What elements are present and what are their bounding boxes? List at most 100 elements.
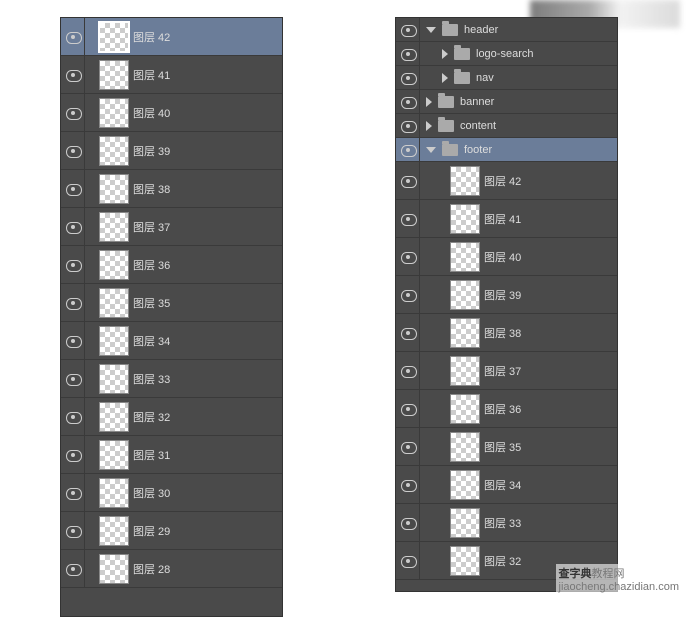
layer-row[interactable]: 图层 30 xyxy=(61,474,282,512)
layer-name[interactable]: 图层 31 xyxy=(133,447,170,463)
visibility-toggle[interactable] xyxy=(396,428,420,465)
group-row-footer[interactable]: footer xyxy=(396,138,617,162)
layer-name[interactable]: 图层 33 xyxy=(133,371,170,387)
layer-thumbnail[interactable] xyxy=(450,432,480,462)
layer-name[interactable]: 图层 40 xyxy=(484,249,521,265)
visibility-toggle[interactable] xyxy=(396,352,420,389)
visibility-toggle[interactable] xyxy=(61,170,85,207)
layer-name[interactable]: 图层 37 xyxy=(484,363,521,379)
layer-thumbnail[interactable] xyxy=(450,546,480,576)
layer-thumbnail[interactable] xyxy=(99,554,129,584)
visibility-toggle[interactable] xyxy=(396,138,420,161)
disclosure-triangle-icon[interactable] xyxy=(426,147,436,153)
layer-name[interactable]: 图层 35 xyxy=(133,295,170,311)
layer-row[interactable]: 图层 40 xyxy=(61,94,282,132)
layer-name[interactable]: 图层 39 xyxy=(133,143,170,159)
layer-name[interactable]: 图层 35 xyxy=(484,439,521,455)
layer-name[interactable]: 图层 38 xyxy=(484,325,521,341)
visibility-toggle[interactable] xyxy=(61,18,85,55)
layer-row[interactable]: 图层 38 xyxy=(61,170,282,208)
visibility-toggle[interactable] xyxy=(61,436,85,473)
visibility-toggle[interactable] xyxy=(61,246,85,283)
layer-thumbnail[interactable] xyxy=(450,204,480,234)
layer-thumbnail[interactable] xyxy=(450,242,480,272)
layer-name[interactable]: 图层 41 xyxy=(484,211,521,227)
layer-thumbnail[interactable] xyxy=(450,470,480,500)
layer-row[interactable]: 图层 37 xyxy=(396,352,617,390)
visibility-toggle[interactable] xyxy=(61,132,85,169)
group-name[interactable]: footer xyxy=(464,144,492,156)
layer-name[interactable]: 图层 39 xyxy=(484,287,521,303)
visibility-toggle[interactable] xyxy=(61,474,85,511)
layer-name[interactable]: 图层 42 xyxy=(484,173,521,189)
visibility-toggle[interactable] xyxy=(61,550,85,587)
visibility-toggle[interactable] xyxy=(396,238,420,275)
group-name[interactable]: banner xyxy=(460,96,494,108)
layer-name[interactable]: 图层 40 xyxy=(133,105,170,121)
layer-row[interactable]: 图层 42 xyxy=(61,18,282,56)
visibility-toggle[interactable] xyxy=(61,360,85,397)
layer-row[interactable]: 图层 34 xyxy=(396,466,617,504)
group-name[interactable]: content xyxy=(460,120,496,132)
visibility-toggle[interactable] xyxy=(396,162,420,199)
group-row-logo-search[interactable]: logo-search xyxy=(396,42,617,66)
layer-thumbnail[interactable] xyxy=(450,280,480,310)
layer-thumbnail[interactable] xyxy=(99,250,129,280)
layer-row[interactable]: 图层 42 xyxy=(396,162,617,200)
disclosure-triangle-icon[interactable] xyxy=(426,27,436,33)
visibility-toggle[interactable] xyxy=(396,66,420,89)
visibility-toggle[interactable] xyxy=(396,276,420,313)
layer-name[interactable]: 图层 29 xyxy=(133,523,170,539)
layer-name[interactable]: 图层 37 xyxy=(133,219,170,235)
visibility-toggle[interactable] xyxy=(61,208,85,245)
group-name[interactable]: nav xyxy=(476,72,494,84)
layer-name[interactable]: 图层 42 xyxy=(133,29,170,45)
layer-thumbnail[interactable] xyxy=(99,212,129,242)
visibility-toggle[interactable] xyxy=(396,390,420,427)
layer-name[interactable]: 图层 38 xyxy=(133,181,170,197)
group-row-content[interactable]: content xyxy=(396,114,617,138)
layer-thumbnail[interactable] xyxy=(450,394,480,424)
visibility-toggle[interactable] xyxy=(61,398,85,435)
layer-row[interactable]: 图层 41 xyxy=(61,56,282,94)
layer-row[interactable]: 图层 34 xyxy=(61,322,282,360)
layer-name[interactable]: 图层 34 xyxy=(133,333,170,349)
layer-name[interactable]: 图层 34 xyxy=(484,477,521,493)
layer-row[interactable]: 图层 39 xyxy=(61,132,282,170)
layer-thumbnail[interactable] xyxy=(99,136,129,166)
group-row-banner[interactable]: banner xyxy=(396,90,617,114)
layer-thumbnail[interactable] xyxy=(99,478,129,508)
layer-row[interactable]: 图层 28 xyxy=(61,550,282,588)
layer-thumbnail[interactable] xyxy=(99,516,129,546)
layer-thumbnail[interactable] xyxy=(450,356,480,386)
layer-name[interactable]: 图层 33 xyxy=(484,515,521,531)
group-row-header[interactable]: header xyxy=(396,18,617,42)
visibility-toggle[interactable] xyxy=(61,94,85,131)
layer-name[interactable]: 图层 41 xyxy=(133,67,170,83)
layer-row[interactable]: 图层 36 xyxy=(396,390,617,428)
layer-thumbnail[interactable] xyxy=(99,288,129,318)
layer-row[interactable]: 图层 31 xyxy=(61,436,282,474)
layer-thumbnail[interactable] xyxy=(450,508,480,538)
layer-name[interactable]: 图层 32 xyxy=(133,409,170,425)
layer-row[interactable]: 图层 40 xyxy=(396,238,617,276)
layer-row[interactable]: 图层 33 xyxy=(396,504,617,542)
layer-thumbnail[interactable] xyxy=(99,60,129,90)
group-row-nav[interactable]: nav xyxy=(396,66,617,90)
visibility-toggle[interactable] xyxy=(61,322,85,359)
visibility-toggle[interactable] xyxy=(61,284,85,321)
layer-row[interactable]: 图层 35 xyxy=(61,284,282,322)
layer-thumbnail[interactable] xyxy=(99,440,129,470)
layer-thumbnail[interactable] xyxy=(99,174,129,204)
layer-name[interactable]: 图层 30 xyxy=(133,485,170,501)
layer-name[interactable]: 图层 36 xyxy=(484,401,521,417)
group-name[interactable]: header xyxy=(464,24,498,36)
layer-thumbnail[interactable] xyxy=(99,326,129,356)
visibility-toggle[interactable] xyxy=(61,56,85,93)
visibility-toggle[interactable] xyxy=(61,512,85,549)
layer-row[interactable]: 图层 33 xyxy=(61,360,282,398)
visibility-toggle[interactable] xyxy=(396,18,420,41)
disclosure-triangle-icon[interactable] xyxy=(426,121,432,131)
disclosure-triangle-icon[interactable] xyxy=(442,73,448,83)
visibility-toggle[interactable] xyxy=(396,542,420,579)
